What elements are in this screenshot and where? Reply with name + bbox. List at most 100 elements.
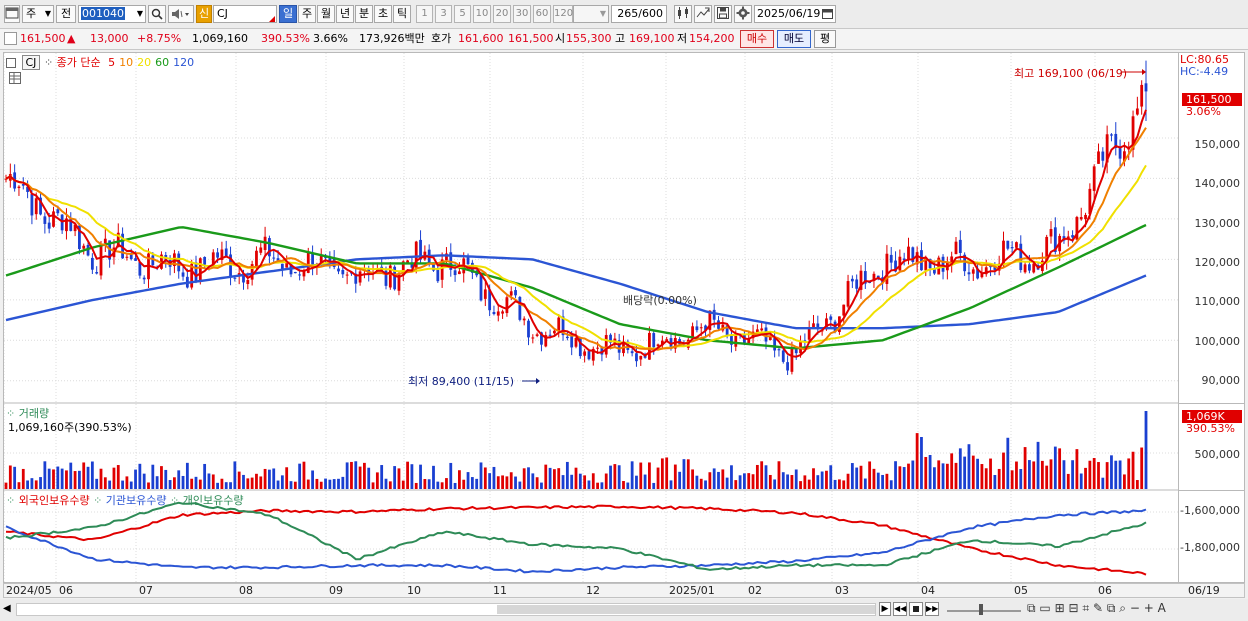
copy-icon[interactable]: ⧉: [1027, 601, 1036, 615]
scroll-right-icon[interactable]: ▶: [879, 602, 891, 616]
volume-bar: [838, 479, 841, 489]
candle-body: [453, 270, 457, 276]
font-size-icon[interactable]: A: [1158, 601, 1166, 615]
chevron-down-icon: ▼: [44, 9, 51, 18]
date-tick-label: 06: [59, 584, 73, 597]
period-button[interactable]: 틱: [393, 5, 411, 23]
stock-name-field[interactable]: CJ: [213, 5, 277, 23]
volume-bar: [375, 472, 379, 489]
count-field[interactable]: 265/600: [611, 5, 667, 23]
sell-label: 매도: [783, 32, 805, 45]
candle-body: [341, 269, 345, 275]
interval-select[interactable]: ▼: [573, 5, 609, 23]
volume-bar: [250, 477, 254, 489]
quote-toggle-checkbox[interactable]: [4, 32, 17, 45]
date-field[interactable]: 2025/06/19: [754, 5, 836, 23]
candle-body: [436, 269, 440, 282]
period-button[interactable]: 일: [279, 5, 297, 23]
period-button[interactable]: 분: [355, 5, 373, 23]
volume-bar: [151, 464, 155, 489]
window-menu-icon[interactable]: [4, 5, 20, 23]
market-type-select[interactable]: 주 ▼: [22, 5, 54, 23]
minute-button[interactable]: 120: [553, 5, 573, 23]
period-button[interactable]: 초: [374, 5, 392, 23]
candle-chart-icon[interactable]: [674, 5, 692, 23]
volume-bar: [561, 475, 565, 489]
volume-bar: [842, 480, 846, 489]
buy-button[interactable]: 매수: [740, 30, 774, 48]
candle-body: [648, 332, 651, 360]
candle-body: [954, 241, 958, 255]
date-tick-label: 02: [748, 584, 762, 597]
candle-body: [535, 334, 539, 336]
volume-bar: [86, 466, 90, 489]
minute-button[interactable]: 20: [493, 5, 511, 23]
chart-area[interactable]: CJ ⁘ 종가 단순 5 10 20 60 120 최고 169,100 (06/19)…: [3, 52, 1179, 583]
slider-thumb[interactable]: [979, 604, 983, 615]
expand-chart-icon[interactable]: [694, 5, 712, 23]
minute-button[interactable]: 30: [513, 5, 531, 23]
minute-button[interactable]: 3: [435, 5, 452, 23]
date-tick-label: 03: [835, 584, 849, 597]
prev-button[interactable]: 전: [56, 5, 76, 23]
gear-icon[interactable]: [734, 5, 752, 23]
layout-icon[interactable]: ⊟: [1068, 601, 1078, 615]
indicator-icon[interactable]: ⌗: [1082, 601, 1089, 615]
zoom-in-icon[interactable]: ⌕: [1119, 601, 1126, 615]
current-price: 161,500: [20, 32, 66, 45]
plus-icon[interactable]: +: [1144, 601, 1154, 615]
volume-bar: [501, 475, 504, 489]
stock-title-box[interactable]: CJ: [21, 55, 41, 70]
compare-icon[interactable]: ⧉: [1107, 601, 1116, 615]
candle-body: [630, 351, 634, 354]
horizontal-scrollbar[interactable]: [16, 603, 876, 616]
volume-bar: [1066, 473, 1070, 489]
draw-icon[interactable]: ✎: [1093, 601, 1103, 615]
period-button[interactable]: 년: [336, 5, 354, 23]
sell-button[interactable]: 매도: [777, 30, 811, 48]
code-input[interactable]: 001040 ▼: [78, 5, 146, 23]
speaker-icon[interactable]: [168, 5, 194, 23]
volume-bar: [242, 474, 245, 489]
chart-add-icon[interactable]: ⊞: [1055, 601, 1065, 615]
rewind-icon[interactable]: ◀◀: [893, 602, 907, 616]
search-icon[interactable]: [148, 5, 166, 23]
volume-bar: [712, 468, 716, 489]
minus-icon[interactable]: −: [1130, 601, 1140, 615]
minute-button[interactable]: 5: [454, 5, 471, 23]
zoom-slider[interactable]: [947, 603, 1021, 615]
scrollbar-thumb[interactable]: [497, 605, 875, 614]
eval-button[interactable]: 평: [814, 30, 836, 48]
save-icon[interactable]: [714, 5, 732, 23]
date-tick-label: 04: [921, 584, 935, 597]
window-icon[interactable]: ▭: [1039, 601, 1050, 615]
candle-body: [17, 186, 21, 189]
candle-body: [829, 316, 833, 320]
pane-settings-icon[interactable]: [6, 58, 16, 68]
ask-label: 호가: [431, 32, 452, 45]
table-view-icon[interactable]: [9, 72, 21, 84]
volume-bar: [976, 458, 979, 489]
volume-bar: [65, 470, 68, 489]
minute-button[interactable]: 10: [473, 5, 491, 23]
scroll-left-icon[interactable]: ◀: [3, 602, 13, 616]
fast-forward-icon[interactable]: ▶▶: [925, 602, 939, 616]
period-button[interactable]: 월: [317, 5, 335, 23]
volume-bar: [285, 467, 289, 489]
date-tick-label: 09: [329, 584, 343, 597]
volume-bar: [863, 478, 867, 489]
volume-bar: [829, 465, 833, 489]
candle-body: [30, 194, 34, 216]
candle-body: [125, 256, 129, 258]
minute-button[interactable]: 60: [533, 5, 551, 23]
volume-bar: [669, 480, 673, 489]
volume-bar: [168, 480, 172, 489]
volume-bar: [164, 469, 168, 489]
period-button[interactable]: 주: [298, 5, 316, 23]
minute-button[interactable]: 1: [416, 5, 433, 23]
volume-bar: [941, 463, 945, 489]
stop-icon[interactable]: [909, 602, 923, 616]
hc-label: HC:-4.49: [1180, 65, 1229, 78]
volume-bar: [868, 461, 872, 489]
candle-body: [95, 272, 99, 274]
